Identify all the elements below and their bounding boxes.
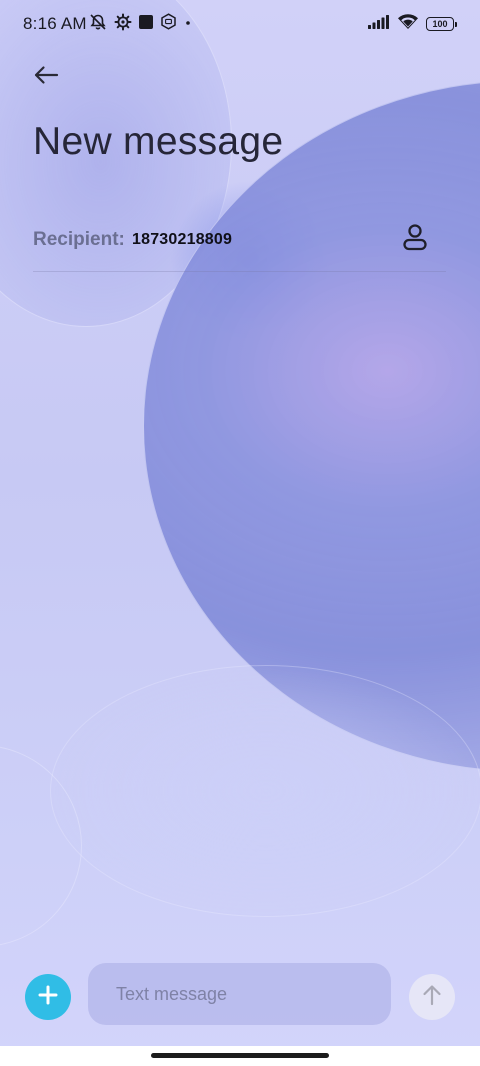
message-input[interactable] bbox=[88, 963, 391, 1025]
gear-icon bbox=[114, 13, 132, 36]
attach-button[interactable] bbox=[25, 974, 71, 1020]
home-indicator[interactable] bbox=[151, 1053, 329, 1058]
recipient-label: Recipient: bbox=[33, 229, 125, 250]
status-time: 8:16 AM bbox=[23, 14, 87, 33]
square-app-icon bbox=[138, 14, 154, 35]
status-notification-icons bbox=[88, 12, 193, 37]
dot-icon bbox=[183, 15, 193, 33]
send-button[interactable] bbox=[409, 974, 455, 1020]
page-title: New message bbox=[33, 120, 284, 163]
recipient-row[interactable]: Recipient: 18730218809 bbox=[33, 218, 446, 272]
contact-picker-button[interactable] bbox=[400, 223, 430, 256]
person-icon bbox=[402, 223, 428, 256]
battery-level: 100 bbox=[432, 18, 448, 29]
hexagon-sim-icon bbox=[160, 13, 177, 35]
status-bar: 8:16 AM 100 bbox=[0, 0, 480, 48]
arrow-up-icon bbox=[421, 983, 443, 1012]
wallpaper-bubble-left bbox=[0, 745, 82, 947]
plus-icon bbox=[37, 984, 59, 1011]
compose-bar bbox=[0, 960, 480, 1032]
arrow-left-icon bbox=[32, 64, 60, 91]
wallpaper-bubble-large bbox=[143, 80, 480, 772]
alarm-off-icon bbox=[88, 12, 108, 37]
wifi-icon bbox=[397, 13, 419, 35]
back-button[interactable] bbox=[28, 60, 64, 94]
battery-icon: 100 bbox=[426, 17, 457, 31]
recipient-number[interactable]: 18730218809 bbox=[132, 231, 232, 249]
new-message-screen: 8:16 AM 100 New message Recipient: 18730… bbox=[0, 0, 480, 1066]
status-system-icons: 100 bbox=[368, 13, 457, 35]
wallpaper-bubble-bottom bbox=[50, 665, 480, 917]
signal-icon bbox=[368, 14, 390, 35]
